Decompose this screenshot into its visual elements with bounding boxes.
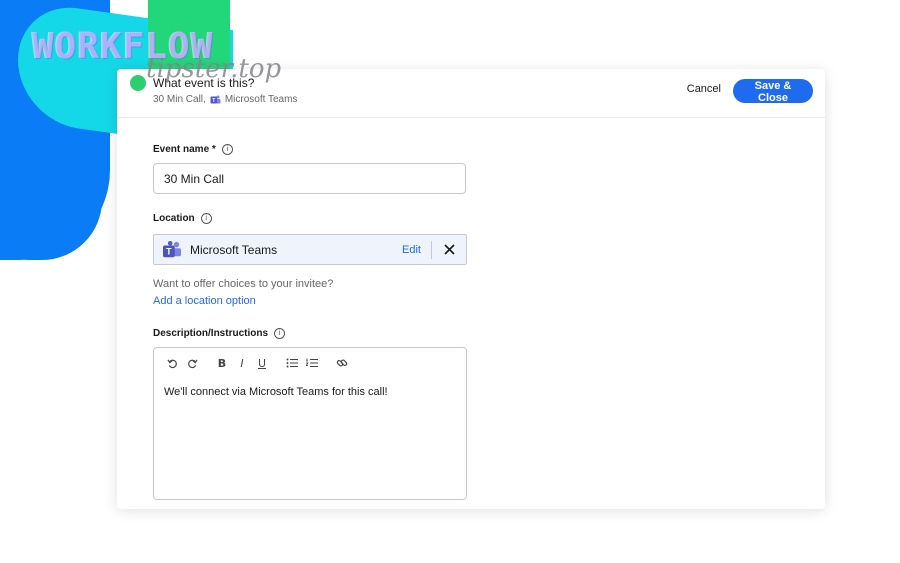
event-name-label: Event name * i <box>153 144 233 155</box>
event-color-dot[interactable] <box>130 75 146 91</box>
info-icon[interactable]: i <box>274 328 286 339</box>
info-icon[interactable]: i <box>200 213 212 224</box>
underline-icon[interactable]: U <box>254 356 270 370</box>
edit-location-link[interactable]: Edit <box>402 244 421 256</box>
bold-icon[interactable]: B <box>214 356 230 370</box>
save-and-close-button[interactable]: Save & Close <box>733 79 813 104</box>
cancel-button[interactable]: Cancel <box>687 83 721 95</box>
description-text: We'll connect via Microsoft Teams for th… <box>164 386 388 398</box>
link-icon[interactable] <box>334 356 350 370</box>
close-icon <box>443 244 455 255</box>
event-name-input[interactable]: 30 Min Call <box>153 163 466 194</box>
redo-icon[interactable] <box>184 356 200 370</box>
location-name: Microsoft Teams <box>190 242 278 257</box>
location-label: Location i <box>153 213 212 224</box>
description-label-text: Description/Instructions <box>153 328 269 339</box>
event-name-label-text: Event name * <box>153 144 216 155</box>
location-item: T Microsoft Teams Edit <box>153 234 467 265</box>
numbered-list-icon[interactable] <box>304 356 320 370</box>
description-label: Description/Instructions i <box>153 328 286 339</box>
header-subtitle: 30 Min Call, T Microsoft Teams <box>153 94 297 105</box>
bulleted-list-icon[interactable] <box>284 356 300 370</box>
undo-icon[interactable] <box>164 356 180 370</box>
location-label-text: Location <box>153 213 195 224</box>
description-editor[interactable]: B I U We'll connect via Microsoft Teams … <box>153 347 467 500</box>
event-editor-card: What event is this? 30 Min Call, T Micro… <box>117 69 825 509</box>
add-location-option-link[interactable]: Add a location option <box>153 295 256 307</box>
header-duration: 30 Min Call, <box>153 94 206 105</box>
background-shape-blue-lower <box>0 120 102 260</box>
editor-toolbar: B I U <box>164 356 354 370</box>
info-icon[interactable]: i <box>221 144 233 155</box>
header-location: Microsoft Teams <box>224 94 298 105</box>
italic-icon[interactable]: I <box>234 356 250 370</box>
microsoft-teams-icon: T <box>210 95 221 105</box>
microsoft-teams-icon: T <box>162 240 182 259</box>
location-hint: Want to offer choices to your invitee? <box>153 278 334 290</box>
svg-text:T: T <box>166 246 172 256</box>
watermark-site: tipster.top <box>146 54 282 84</box>
remove-location-button[interactable] <box>432 235 466 264</box>
svg-text:T: T <box>212 98 215 104</box>
